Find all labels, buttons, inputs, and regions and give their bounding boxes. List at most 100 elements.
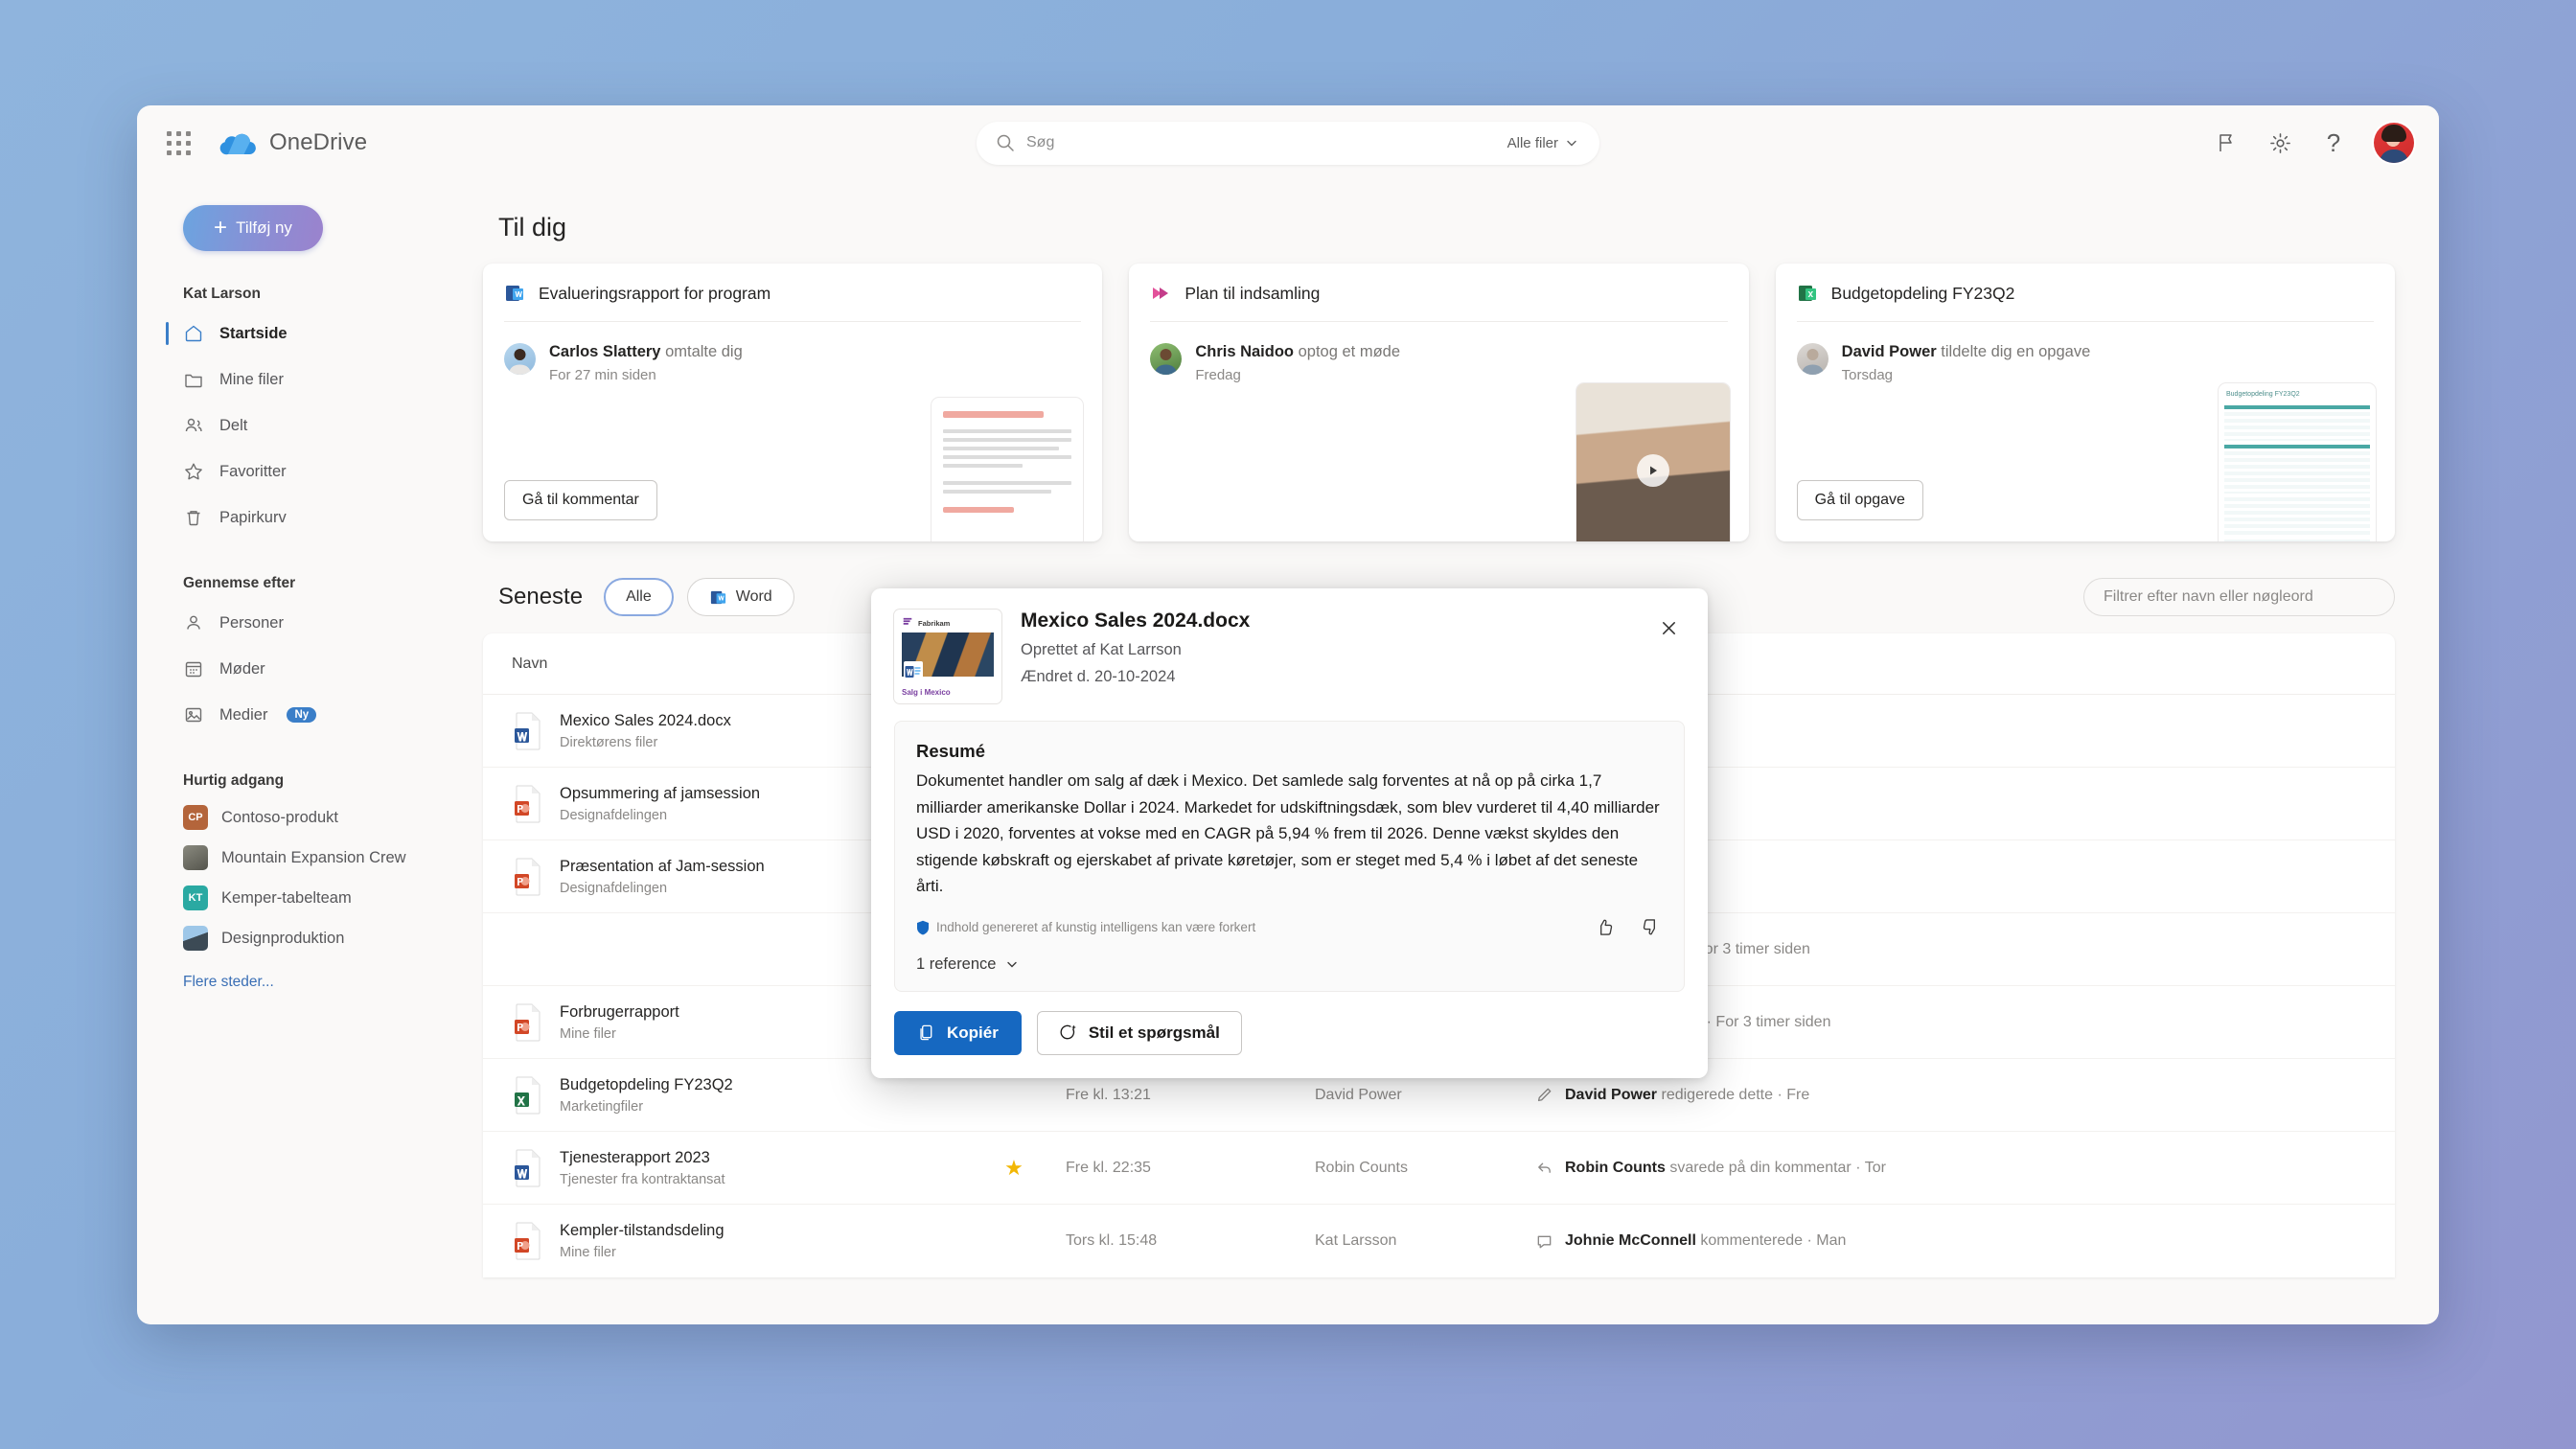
sidebar-item-designproduktion[interactable]: Designproduktion [137, 918, 448, 958]
chevron-down-icon [1007, 961, 1018, 968]
onedrive-window: OneDrive Alle filer [137, 105, 2439, 1324]
divider [1150, 321, 1728, 322]
help-icon[interactable]: ? [2320, 128, 2347, 157]
activity-card[interactable]: Evalueringsrapport for program Carlos Sl… [483, 264, 1103, 541]
trash-icon [183, 507, 204, 528]
ai-disclaimer: Indhold genereret af kunstig intelligens… [916, 920, 1255, 935]
sidebar-item-label: Mine filer [219, 370, 284, 388]
video-preview-thumb[interactable] [1576, 383, 1730, 541]
star-icon [183, 461, 204, 482]
close-icon[interactable] [1652, 611, 1685, 644]
status-badge: Ny [287, 707, 317, 723]
summary-heading: Resumé [916, 741, 985, 761]
section-title: Seneste [498, 584, 584, 610]
excel-file-icon [512, 1076, 544, 1115]
actor-action: tildelte dig en opgave [1941, 343, 2091, 360]
sidebar-item-medier[interactable]: Medier Ny [137, 692, 448, 738]
thumbs-up-icon[interactable] [1592, 915, 1617, 940]
edit-icon [1535, 1086, 1553, 1104]
activity-card[interactable]: Plan til indsamling Chris Naidoo optog e… [1129, 264, 1749, 541]
document-preview-thumb[interactable] [932, 398, 1084, 541]
ask-label: Stil et spørgsmål [1088, 1023, 1220, 1042]
favorite-star[interactable]: ★ [962, 1156, 1066, 1181]
ask-question-button[interactable]: Stil et spørgsmål [1036, 1010, 1242, 1055]
user-avatar[interactable] [2374, 123, 2414, 163]
add-new-label: Tilføj ny [236, 218, 292, 237]
word-icon [709, 588, 727, 607]
word-file-icon [512, 712, 544, 750]
sidebar-item-papirkurv[interactable]: Papirkurv [137, 494, 448, 540]
card-action-button[interactable]: Gå til kommentar [504, 480, 657, 520]
shared-by-cell: Kat Larsson [1315, 1232, 1397, 1249]
onedrive-cloud-icon [218, 130, 256, 155]
thumbs-down-icon[interactable] [1638, 915, 1663, 940]
file-name: Tjenesterapport 2023 [560, 1148, 710, 1166]
card-activity: David Power tildelte dig en opgave [1842, 343, 2091, 361]
folder-icon [183, 369, 204, 390]
disclaimer-text: Indhold genereret af kunstig intelligens… [936, 920, 1256, 935]
sidebar-item-label: Favoritter [219, 462, 287, 480]
avatar [1796, 343, 1828, 375]
calendar-icon [183, 658, 204, 679]
gear-icon[interactable] [2266, 129, 2293, 156]
card-title: Plan til indsamling [1184, 283, 1321, 303]
file-summary-dialog: Fabrikam Salg i Mexico Mexico Sales 2024… [871, 588, 1708, 1078]
divider [504, 321, 1082, 322]
flag-icon[interactable] [2213, 129, 2240, 156]
search-scope-dropdown[interactable]: Alle filer [1507, 135, 1592, 151]
brand[interactable]: OneDrive [218, 129, 367, 156]
shared-by-cell: Robin Counts [1315, 1159, 1408, 1176]
site-tile-icon: KT [183, 886, 208, 910]
person-icon [183, 612, 204, 633]
sidebar-owner: Kat Larson [183, 286, 261, 302]
card-activity: Chris Naidoo optog et møde [1195, 343, 1400, 361]
ask-sparkle-icon [1059, 1024, 1077, 1042]
search-scope-label: Alle filer [1506, 134, 1558, 151]
activity-card[interactable]: Budgetopdeling FY23Q2 David Power tildel… [1775, 264, 2395, 541]
powerpoint-file-icon [512, 785, 544, 823]
search-input[interactable] [1026, 134, 1507, 151]
sidebar-item-contoso-produkt[interactable]: CP Contoso-produkt [137, 797, 448, 838]
sidebar-item-label: Delt [219, 416, 248, 434]
filter-pill-alle[interactable]: Alle [604, 578, 674, 616]
sidebar-item-favoritter[interactable]: Favoritter [137, 448, 448, 494]
table-row[interactable]: Kempler-tilstandsdeling Mine filer Tors … [483, 1205, 2395, 1277]
sidebar: + Tilføj ny Kat Larson Startside Mine fi… [137, 180, 448, 1324]
sidebar-item-moeder[interactable]: Møder [137, 646, 448, 692]
sidebar-item-label: Papirkurv [219, 508, 287, 526]
modified-cell: Fre kl. 13:21 [1066, 1086, 1151, 1103]
spreadsheet-preview-thumb[interactable]: Budgetopdeling FY23Q2 [2218, 383, 2376, 541]
sidebar-item-delt[interactable]: Delt [137, 402, 448, 448]
app-header: OneDrive Alle filer [137, 105, 2439, 180]
feedback-buttons [1592, 915, 1663, 940]
card-action-button[interactable]: Gå til opgave [1796, 480, 1923, 520]
filter-pill-word[interactable]: Word [686, 578, 794, 616]
document-thumbnail[interactable]: Fabrikam Salg i Mexico [894, 610, 1001, 703]
powerpoint-file-icon [512, 858, 544, 896]
sidebar-item-kemper-tabelteam[interactable]: KT Kemper-tabelteam [137, 878, 448, 918]
modified-cell: Tors kl. 15:48 [1066, 1232, 1158, 1249]
file-location: Tjenester fra kontraktansat [560, 1171, 725, 1187]
modified-cell: Fre kl. 22:35 [1066, 1159, 1151, 1176]
file-name: Forbrugerrapport [560, 1002, 679, 1021]
divider [1796, 321, 2374, 322]
file-name: Præsentation af Jam-session [560, 857, 765, 875]
word-icon [904, 661, 923, 684]
copy-button[interactable]: Kopiér [894, 1010, 1022, 1055]
add-new-button[interactable]: + Tilføj ny [183, 205, 323, 251]
sidebar-item-startside[interactable]: Startside [137, 310, 448, 356]
references-toggle[interactable]: 1 reference [916, 955, 1663, 974]
sidebar-item-mountain-expansion-crew[interactable]: Mountain Expansion Crew [137, 838, 448, 878]
more-places-link[interactable]: Flere steder... [137, 974, 448, 991]
filter-input[interactable] [2083, 578, 2395, 616]
sidebar-item-personer[interactable]: Personer [137, 600, 448, 646]
search-bar[interactable]: Alle filer [977, 121, 1599, 165]
app-launcher-icon[interactable] [156, 121, 200, 165]
pill-label: Alle [626, 588, 652, 605]
dialog-header: Fabrikam Salg i Mexico Mexico Sales 2024… [894, 610, 1685, 703]
actor-name: Carlos Slattery [549, 343, 661, 360]
table-row[interactable]: Tjenesterapport 2023 Tjenester fra kontr… [483, 1132, 2395, 1205]
sidebar-item-mine-filer[interactable]: Mine filer [137, 356, 448, 402]
sidebar-item-label: Kemper-tabelteam [221, 888, 352, 907]
actor-action: optog et møde [1298, 343, 1401, 360]
